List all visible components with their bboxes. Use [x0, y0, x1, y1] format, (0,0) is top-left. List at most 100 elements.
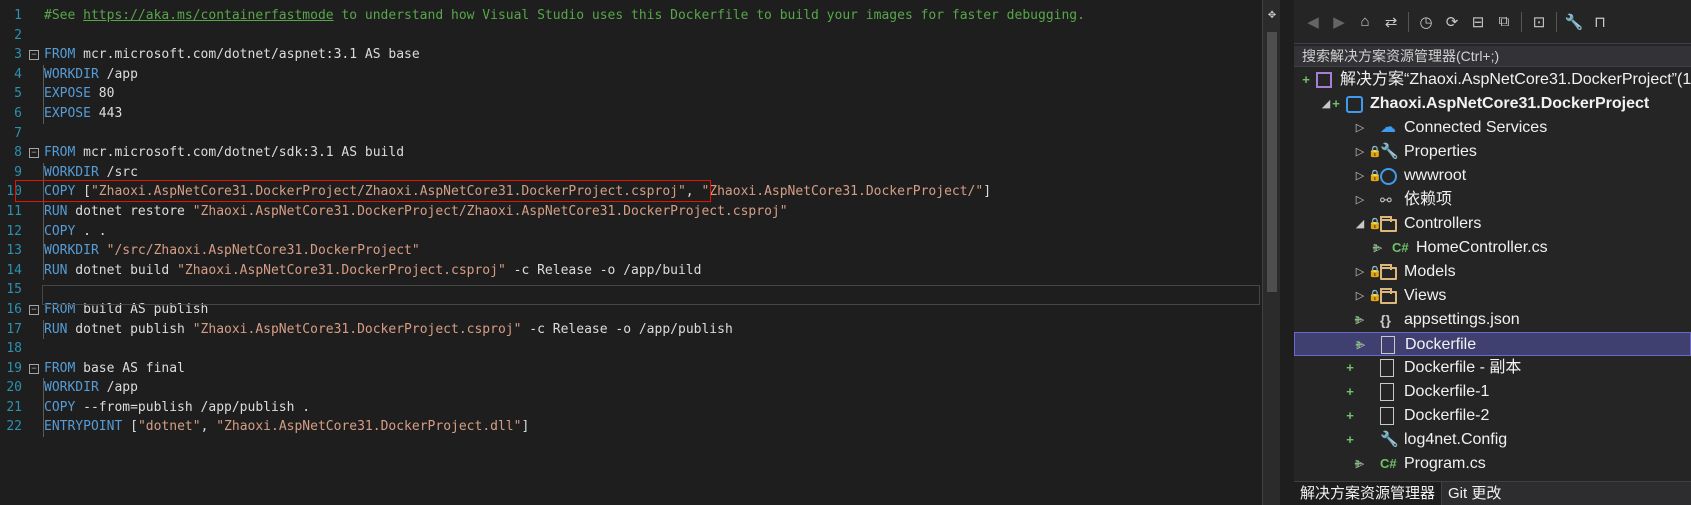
code-line[interactable]: COPY . . [28, 221, 1262, 242]
code-line[interactable]: RUN dotnet build "Zhaoxi.AspNetCore31.Do… [28, 260, 1262, 281]
tree-item-label: Dockerfile [1405, 336, 1477, 353]
code-token: "Zhaoxi.AspNetCore31.DockerProject/" [701, 184, 984, 200]
code-token: /src [98, 164, 138, 180]
expand-chevron-icon[interactable]: ▷ [1354, 452, 1366, 476]
code-line[interactable]: RUN dotnet publish "Zhaoxi.AspNetCore31.… [28, 319, 1262, 340]
expand-chevron-icon[interactable]: ▷ [1354, 116, 1366, 140]
collapse-chevron-icon[interactable]: ◢ [1320, 92, 1332, 116]
tree-item[interactable]: + Dockerfile - 副本 [1294, 356, 1691, 380]
expand-chevron-icon[interactable]: ▷ [1354, 308, 1366, 332]
code-token: RUN [44, 203, 68, 219]
tree-item[interactable]: ▷ 🔒 🔧 Properties [1294, 140, 1691, 164]
expand-chevron-icon[interactable]: ▷ [1354, 164, 1366, 188]
code-line[interactable]: WORKDIR /app [28, 64, 1262, 85]
editor-vertical-scrollbar[interactable]: ✥ [1262, 0, 1280, 505]
code-link[interactable]: https://aka.ms/containerfastmode [83, 8, 333, 23]
tree-item[interactable]: + ▷ Dockerfile [1294, 332, 1691, 356]
line-number: 11 [6, 203, 22, 219]
solution-explorer-panel: ◀ ▶ ⌂ ⇄ ◷ ⟳ ⊟ ⧉ ⊡ 🔧 ⊓ 搜索解决方案资源管理器(Ctrl+;… [1294, 0, 1691, 505]
panel-tab[interactable]: Git 更改 [1442, 482, 1507, 505]
collapse-chevron-icon[interactable]: ◢ [1354, 212, 1366, 236]
line-number: 12 [6, 223, 22, 239]
tree-item[interactable]: + ▷ C# Program.cs [1294, 452, 1691, 476]
tree-item[interactable]: + 解决方案“Zhaoxi.AspNetCore31.DockerProject”… [1294, 68, 1691, 92]
tree-item[interactable]: ▷ ☁ Connected Services [1294, 116, 1691, 140]
properties-wrench-icon[interactable]: 🔧 [1563, 11, 1585, 33]
code-editor[interactable]: 1 2 3 4 5 6 7 8 9 10 11 12 13 14 15 16 17 18 19 20 21 22 #See… [0, 0, 1262, 505]
preview-selected-icon[interactable]: ⊡ [1528, 11, 1550, 33]
tree-item[interactable]: ▷ 🔒 wwwroot [1294, 164, 1691, 188]
code-token: ] [983, 184, 992, 200]
collapse-region-icon[interactable]: − [29, 50, 39, 61]
code-token: COPY [44, 399, 76, 415]
dependencies-icon: ⚯ [1380, 192, 1392, 208]
expand-chevron-icon[interactable]: ▷ [1355, 333, 1367, 357]
solution-search-input[interactable]: 搜索解决方案资源管理器(Ctrl+;) [1294, 46, 1691, 67]
code-line[interactable]: #See https://aka.ms/containerfastmode to… [28, 6, 1262, 26]
file-icon [1380, 383, 1394, 401]
code-line[interactable]: WORKDIR /app [28, 378, 1262, 398]
tree-item-label: 依赖项 [1404, 191, 1453, 208]
collapse-all-icon[interactable]: ⊟ [1467, 11, 1489, 33]
code-line[interactable] [28, 26, 1262, 46]
code-line[interactable]: EXPOSE 80 [28, 84, 1262, 104]
code-line[interactable]: − FROM mcr.microsoft.com/dotnet/aspnet:3.… [28, 45, 1262, 65]
code-line[interactable]: ENTRYPOINT ["dotnet", "Zhaoxi.AspNetCore… [28, 417, 1262, 438]
tree-item[interactable]: ◢ 🔒 Controllers [1294, 212, 1691, 236]
config-icon: 🔧 [1380, 431, 1399, 448]
sync-icon[interactable]: ⟳ [1441, 11, 1463, 33]
code-line[interactable]: WORKDIR "/src/Zhaoxi.AspNetCore31.Docker… [28, 241, 1262, 261]
code-line[interactable]: EXPOSE 443 [28, 103, 1262, 124]
code-line[interactable]: COPY --from=publish /app/publish . [28, 397, 1262, 418]
expand-chevron-icon[interactable]: ▷ [1354, 284, 1366, 308]
switch-views-icon[interactable]: ⇄ [1380, 11, 1402, 33]
forward-icon[interactable]: ▶ [1328, 11, 1350, 33]
code-token: "dotnet" [137, 419, 201, 435]
code-token: /app [98, 66, 138, 82]
tree-item[interactable]: + ▷ C# HomeController.cs [1294, 236, 1691, 260]
lock-icon: 🔒 [1368, 290, 1382, 302]
line-number: 15 [6, 282, 22, 298]
tree-item[interactable]: + ◢ Zhaoxi.AspNetCore31.DockerProject [1294, 92, 1691, 116]
expand-chevron-icon[interactable]: ▷ [1354, 188, 1366, 212]
outline-guide [43, 103, 44, 124]
home-icon[interactable]: ⌂ [1354, 11, 1376, 33]
pending-add-icon: + [1346, 432, 1354, 447]
code-line[interactable]: − FROM mcr.microsoft.com/dotnet/sdk:3.1 A… [28, 143, 1262, 163]
collapse-region-icon[interactable]: − [29, 148, 39, 159]
expand-chevron-icon[interactable]: ▷ [1354, 140, 1366, 164]
pending-changes-filter-icon[interactable]: ◷ [1415, 11, 1437, 33]
code-token: ] [521, 419, 530, 435]
cloud-icon: ☁ [1380, 119, 1396, 136]
expand-chevron-icon[interactable]: ▷ [1354, 260, 1366, 284]
preview-icon[interactable]: ⊓ [1589, 11, 1611, 33]
tree-item[interactable]: + ▷{} appsettings.json [1294, 308, 1691, 332]
code-token: -c Release -o /app/publish [521, 321, 733, 337]
solution-explorer-toolbar: ◀ ▶ ⌂ ⇄ ◷ ⟳ ⊟ ⧉ ⊡ 🔧 ⊓ [1294, 0, 1691, 44]
tree-item[interactable]: ▷ 🔒 Views [1294, 284, 1691, 308]
line-number: 19 [6, 360, 22, 376]
code-line[interactable] [28, 124, 1262, 144]
code-area[interactable]: #See https://aka.ms/containerfastmode to… [28, 6, 1262, 438]
code-token: 443 [90, 105, 123, 121]
tree-item[interactable]: ▷ 🔒 Models [1294, 260, 1691, 284]
tree-item[interactable]: + 🔧 log4net.Config [1294, 428, 1691, 452]
current-line-highlight [42, 285, 1260, 305]
solution-tree[interactable]: + 解决方案“Zhaoxi.AspNetCore31.DockerProject”… [1294, 68, 1691, 476]
code-line[interactable]: − FROM base AS final [28, 359, 1262, 379]
expand-chevron-icon[interactable]: ▷ [1372, 236, 1384, 260]
line-number: 16 [6, 301, 22, 317]
tree-item[interactable]: ▷ ⚯ 依赖项 [1294, 188, 1691, 212]
collapse-region-icon[interactable]: − [29, 363, 39, 374]
code-line[interactable] [28, 339, 1262, 359]
code-line[interactable]: RUN dotnet restore "Zhaoxi.AspNetCore31.… [28, 201, 1262, 222]
collapse-region-icon[interactable]: − [29, 304, 39, 315]
code-token: dotnet publish [67, 321, 193, 337]
tree-item[interactable]: + Dockerfile-1 [1294, 380, 1691, 404]
scrollbar-thumb[interactable] [1267, 32, 1277, 292]
split-window-icon[interactable]: ✥ [1265, 8, 1279, 22]
panel-tab[interactable]: 解决方案资源管理器 [1294, 482, 1443, 505]
tree-item[interactable]: + Dockerfile-2 [1294, 404, 1691, 428]
show-all-files-icon[interactable]: ⧉ [1493, 11, 1515, 33]
back-icon[interactable]: ◀ [1302, 11, 1324, 33]
